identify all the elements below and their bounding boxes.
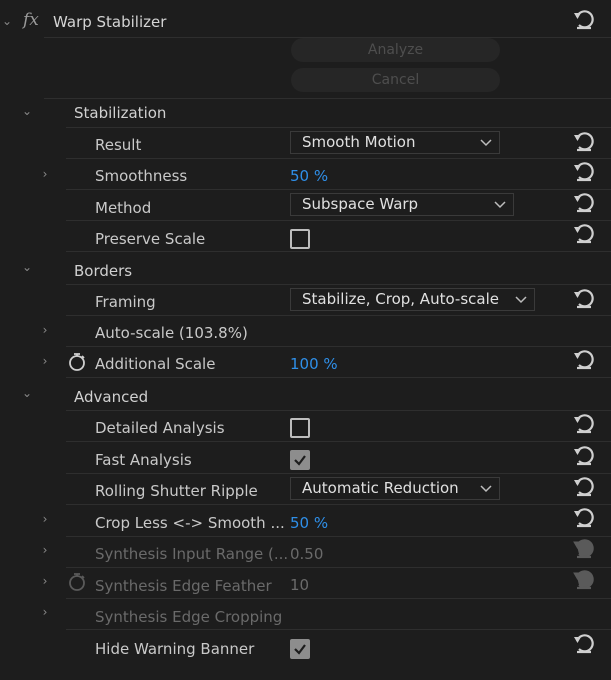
param-label: Hide Warning Banner bbox=[95, 640, 255, 658]
fx-label[interactable]: fx bbox=[23, 10, 39, 30]
value-unit: % bbox=[313, 167, 329, 185]
analyze-button[interactable]: Analyze bbox=[291, 38, 500, 62]
chevron-down-icon[interactable]: ⌄ bbox=[18, 384, 36, 402]
value-number[interactable]: 50 bbox=[290, 167, 309, 185]
detailed-analysis-checkbox[interactable] bbox=[290, 418, 310, 438]
param-label: Framing bbox=[95, 293, 156, 311]
value-number[interactable]: 100 bbox=[290, 355, 319, 373]
dropdown-arrow-icon bbox=[515, 296, 527, 304]
reset-icon[interactable] bbox=[572, 475, 596, 499]
dropdown-arrow-icon bbox=[480, 139, 492, 147]
stopwatch-icon bbox=[69, 573, 85, 591]
checkmark-icon bbox=[294, 455, 306, 466]
reset-icon bbox=[572, 537, 596, 561]
chevron-right-icon[interactable]: › bbox=[36, 572, 54, 590]
reset-icon[interactable] bbox=[572, 287, 596, 311]
value-unit: % bbox=[323, 355, 338, 373]
preserve-scale-checkbox[interactable] bbox=[290, 229, 310, 249]
dropdown-arrow-icon bbox=[480, 485, 492, 493]
param-hide-warning-banner: Hide Warning Banner bbox=[0, 631, 611, 662]
param-label: Crop Less <-> Smooth ... bbox=[95, 514, 285, 532]
section-borders: ⌄ Borders bbox=[0, 254, 611, 285]
param-label: Synthesis Edge Feather bbox=[95, 577, 272, 595]
reset-icon[interactable] bbox=[572, 506, 596, 530]
chevron-right-icon[interactable]: › bbox=[36, 603, 54, 621]
param-synthesis-edge-cropping: › Synthesis Edge Cropping bbox=[0, 599, 611, 630]
dropdown-value: Subspace Warp bbox=[302, 195, 419, 213]
chevron-right-icon[interactable]: › bbox=[36, 165, 54, 183]
param-label: Synthesis Edge Cropping bbox=[95, 608, 283, 626]
param-framing: Framing Stabilize, Crop, Auto-scale bbox=[0, 285, 611, 316]
reset-icon bbox=[572, 568, 596, 592]
crop-less-value[interactable]: 50 % bbox=[290, 513, 328, 533]
chevron-down-icon[interactable]: ⌄ bbox=[0, 12, 16, 30]
cancel-button[interactable]: Cancel bbox=[291, 68, 500, 92]
chevron-right-icon[interactable]: › bbox=[36, 541, 54, 559]
smoothness-value[interactable]: 50 % bbox=[290, 166, 328, 186]
dropdown-arrow-icon bbox=[494, 201, 506, 209]
section-title: Advanced bbox=[74, 388, 149, 406]
param-label: Preserve Scale bbox=[95, 230, 206, 248]
dropdown-value: Automatic Reduction bbox=[302, 479, 459, 497]
method-dropdown[interactable]: Subspace Warp bbox=[290, 193, 514, 216]
param-result: Result Smooth Motion bbox=[0, 128, 611, 159]
dropdown-value: Smooth Motion bbox=[302, 133, 416, 151]
section-stabilization: ⌄ Stabilization bbox=[0, 97, 611, 128]
param-smoothness: › Smoothness 50 % bbox=[0, 159, 611, 190]
param-label: Additional Scale bbox=[95, 355, 216, 373]
chevron-right-icon[interactable]: › bbox=[36, 321, 54, 339]
chevron-right-icon[interactable]: › bbox=[36, 352, 54, 370]
param-rolling-shutter: Rolling Shutter Ripple Automatic Reducti… bbox=[0, 474, 611, 505]
value-unit: % bbox=[313, 514, 329, 532]
param-synthesis-edge-feather: › Synthesis Edge Feather 10 bbox=[0, 568, 611, 599]
synthesis-input-range-value: 0.50 bbox=[290, 545, 324, 563]
param-label: Fast Analysis bbox=[95, 451, 192, 469]
additional-scale-value[interactable]: 100 % bbox=[290, 354, 338, 374]
reset-icon[interactable] bbox=[572, 222, 596, 246]
chevron-down-icon[interactable]: ⌄ bbox=[18, 258, 36, 276]
section-title: Stabilization bbox=[74, 104, 167, 122]
param-fast-analysis: Fast Analysis bbox=[0, 443, 611, 474]
reset-icon[interactable] bbox=[572, 412, 596, 436]
param-label: Rolling Shutter Ripple bbox=[95, 482, 258, 500]
param-label: Smoothness bbox=[95, 167, 188, 185]
reset-icon[interactable] bbox=[572, 632, 596, 656]
reset-icon[interactable] bbox=[572, 444, 596, 468]
chevron-right-icon[interactable]: › bbox=[36, 510, 54, 528]
param-auto-scale: › Auto-scale (103.8%) bbox=[0, 316, 611, 347]
dropdown-value: Stabilize, Crop, Auto-scale bbox=[302, 290, 499, 308]
param-crop-less-smooth: › Crop Less <-> Smooth ... 50 % bbox=[0, 506, 611, 537]
param-detailed-analysis: Detailed Analysis bbox=[0, 411, 611, 442]
reset-icon[interactable] bbox=[572, 348, 596, 372]
stopwatch-icon[interactable] bbox=[67, 352, 87, 372]
param-additional-scale: › Additional Scale 100 % bbox=[0, 347, 611, 378]
chevron-down-icon[interactable]: ⌄ bbox=[18, 102, 36, 120]
effect-title[interactable]: Warp Stabilizer bbox=[53, 12, 166, 32]
param-preserve-scale: Preserve Scale bbox=[0, 221, 611, 252]
param-method: Method Subspace Warp bbox=[0, 190, 611, 221]
reset-icon[interactable] bbox=[572, 160, 596, 184]
rolling-shutter-dropdown[interactable]: Automatic Reduction bbox=[290, 477, 500, 500]
reset-icon[interactable] bbox=[572, 191, 596, 215]
checkmark-icon bbox=[294, 644, 306, 655]
reset-icon[interactable] bbox=[572, 8, 596, 32]
reset-icon[interactable] bbox=[572, 130, 596, 154]
section-title: Borders bbox=[74, 262, 133, 280]
effect-header-row: ⌄ fx Warp Stabilizer bbox=[0, 6, 611, 37]
section-advanced: ⌄ Advanced bbox=[0, 380, 611, 411]
param-label: Result bbox=[95, 136, 142, 154]
param-synthesis-input-range: › Synthesis Input Range (... 0.50 bbox=[0, 537, 611, 568]
hide-warning-banner-checkbox[interactable] bbox=[290, 639, 310, 659]
value-number[interactable]: 50 bbox=[290, 514, 309, 532]
param-label: Detailed Analysis bbox=[95, 419, 225, 437]
fast-analysis-checkbox[interactable] bbox=[290, 450, 310, 470]
param-label: Synthesis Input Range (... bbox=[95, 545, 289, 563]
param-label: Method bbox=[95, 199, 152, 217]
result-dropdown[interactable]: Smooth Motion bbox=[290, 131, 500, 154]
synthesis-edge-feather-value: 10 bbox=[290, 576, 310, 594]
param-label: Auto-scale (103.8%) bbox=[95, 324, 248, 342]
framing-dropdown[interactable]: Stabilize, Crop, Auto-scale bbox=[290, 288, 535, 311]
